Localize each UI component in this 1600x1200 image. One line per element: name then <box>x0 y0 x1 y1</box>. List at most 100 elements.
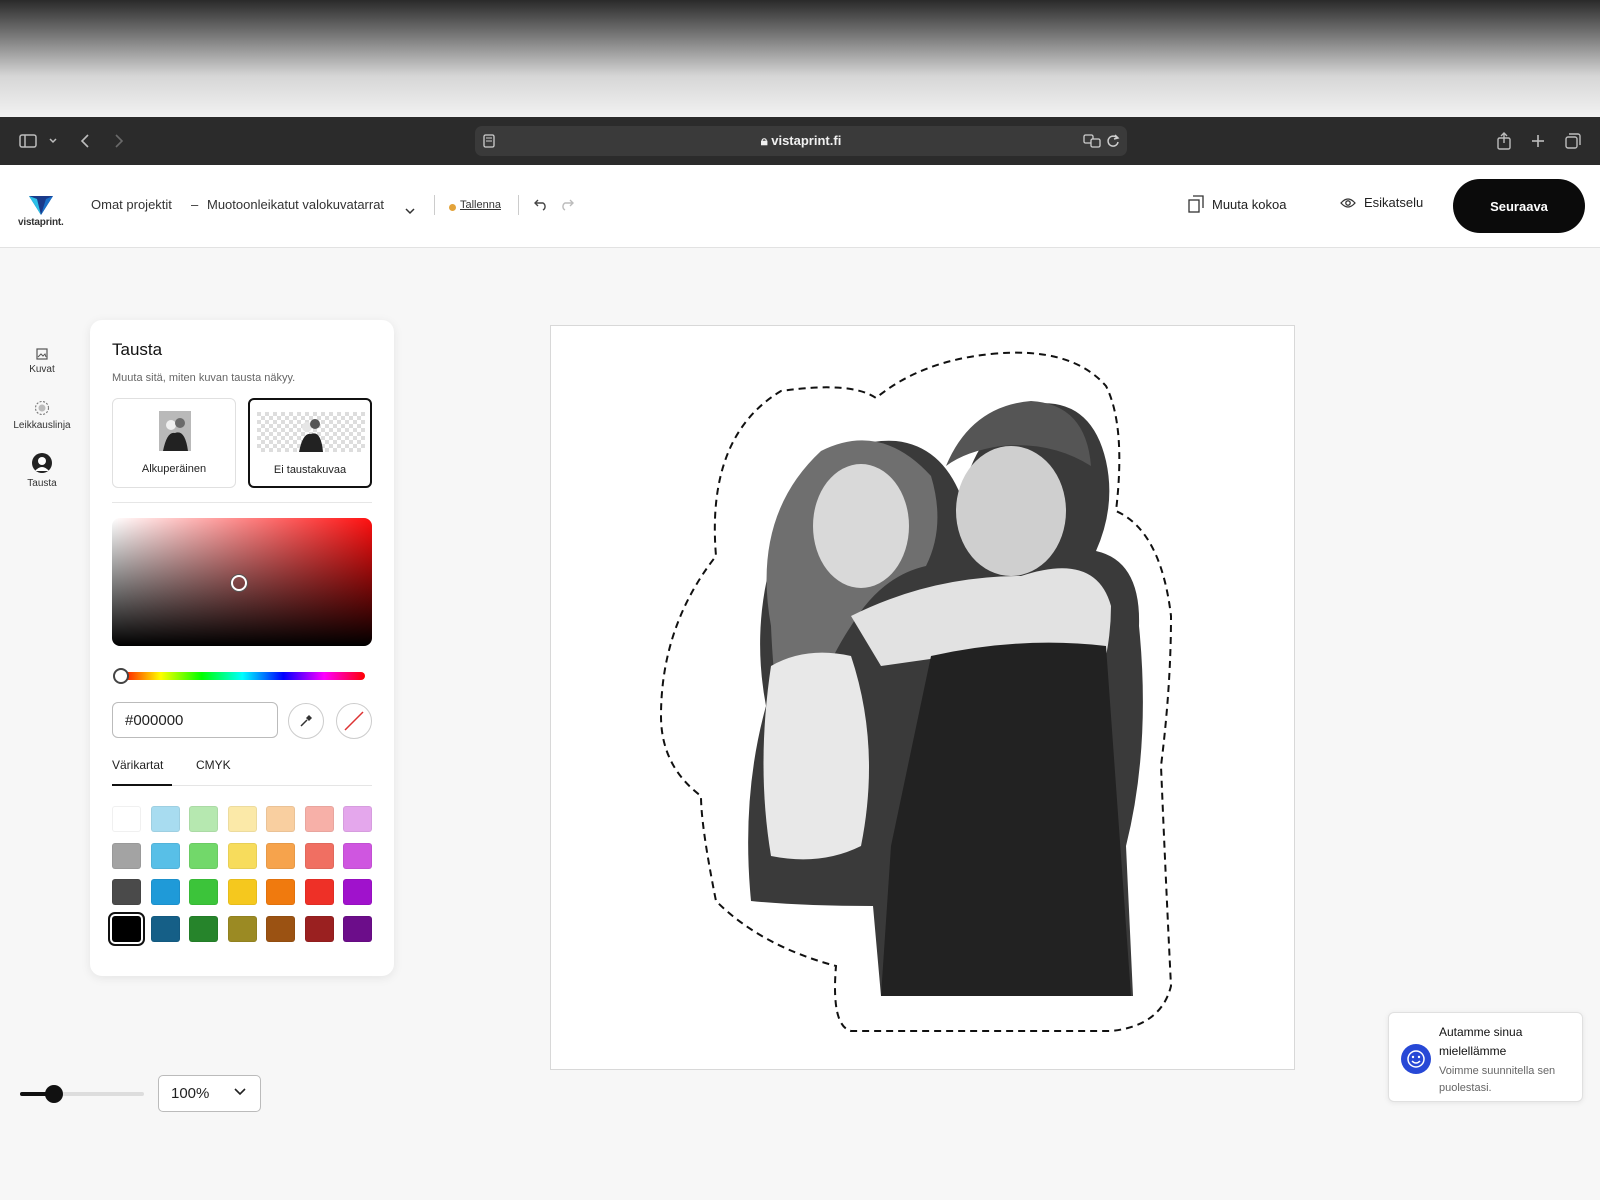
color-swatch[interactable] <box>189 879 218 905</box>
color-swatch[interactable] <box>343 879 372 905</box>
option-original-label: Alkuperäinen <box>141 463 207 475</box>
forward-icon[interactable] <box>110 117 128 165</box>
no-background-thumbnail-icon <box>257 412 365 452</box>
new-tab-icon[interactable] <box>1528 117 1548 165</box>
resize-icon <box>1188 195 1204 213</box>
zoom-slider-handle[interactable] <box>45 1085 63 1103</box>
zoom-select[interactable]: 100% <box>158 1075 261 1112</box>
background-icon <box>32 453 52 473</box>
color-picker-handle[interactable] <box>231 575 247 591</box>
color-swatch[interactable] <box>227 806 257 832</box>
color-swatch[interactable] <box>189 842 218 869</box>
color-swatch[interactable] <box>304 879 334 905</box>
color-swatch[interactable] <box>227 842 257 869</box>
option-original[interactable]: Alkuperäinen <box>112 398 236 488</box>
rail-item-label: Tausta <box>27 478 57 489</box>
design-canvas[interactable] <box>550 325 1295 1070</box>
couple-photo <box>748 401 1143 996</box>
color-swatch[interactable] <box>304 842 334 869</box>
color-swatch[interactable] <box>266 915 295 942</box>
breadcrumb-projects[interactable]: Omat projektit <box>91 197 172 212</box>
logo-text: vistaprint. <box>18 217 64 228</box>
project-name[interactable]: Muotoonleikatut valokuvatarrat <box>207 197 384 212</box>
project-chevron-down-icon[interactable] <box>405 202 415 220</box>
tab-cmyk[interactable]: CMYK <box>196 758 231 772</box>
header-divider <box>518 195 519 215</box>
saturation-value-picker[interactable] <box>112 518 372 646</box>
browser-toolbar: 🔒︎ vistaprint.fi <box>0 117 1600 165</box>
eyedropper-button[interactable] <box>288 703 324 739</box>
rail-item-label: Leikkauslinja <box>13 420 71 431</box>
save-link[interactable]: Tallenna <box>460 199 501 211</box>
color-swatch[interactable] <box>343 915 372 942</box>
smiley-icon <box>1401 1044 1431 1074</box>
next-button[interactable]: Seuraava <box>1453 179 1585 233</box>
color-swatch[interactable] <box>150 806 180 832</box>
app-header: vistaprint. Omat projektit – Muotoonleik… <box>0 165 1600 248</box>
color-swatch[interactable] <box>112 879 141 905</box>
sticker-photo-preview <box>659 351 1173 1032</box>
reload-icon[interactable] <box>1106 133 1120 154</box>
rail-item-images[interactable]: Kuvat <box>8 348 76 375</box>
option-no-background[interactable]: Ei taustakuvaa <box>248 398 372 488</box>
color-swatch[interactable] <box>189 915 218 942</box>
color-swatch[interactable] <box>108 911 145 946</box>
color-swatch[interactable] <box>227 879 257 905</box>
color-swatch[interactable] <box>150 842 180 869</box>
resize-label: Muuta kokoa <box>1212 196 1287 212</box>
color-swatch[interactable] <box>150 879 180 905</box>
tab-color-charts[interactable]: Värikartat <box>112 758 163 772</box>
eye-icon <box>1340 197 1356 208</box>
zoom-value: 100% <box>171 1085 210 1102</box>
help-card[interactable]: Autamme sinua mielellämme Voimme suunnit… <box>1388 1012 1583 1102</box>
breadcrumb-separator: – <box>191 197 199 212</box>
color-swatch[interactable] <box>304 806 334 832</box>
panel-divider <box>112 502 372 503</box>
address-bar[interactable]: 🔒︎ vistaprint.fi <box>475 126 1127 156</box>
option-no-background-label: Ei taustakuvaa <box>273 464 347 476</box>
color-swatch[interactable] <box>304 915 334 942</box>
rail-item-label: Kuvat <box>29 364 55 375</box>
resize-button[interactable]: Muuta kokoa <box>1188 195 1286 213</box>
back-icon[interactable] <box>76 117 94 165</box>
header-divider <box>434 195 435 215</box>
hue-slider[interactable] <box>120 672 365 680</box>
panel-subtitle: Muuta sitä, miten kuvan tausta näkyy. <box>112 372 296 384</box>
url-text: 🔒︎ vistaprint.fi <box>760 133 842 148</box>
color-swatch[interactable] <box>112 842 141 869</box>
color-swatch[interactable] <box>112 806 141 832</box>
chevron-down-icon[interactable] <box>46 117 60 165</box>
cutline-icon <box>34 400 50 416</box>
color-swatch[interactable] <box>343 806 372 832</box>
eyedropper-icon <box>300 715 312 727</box>
rail-item-background[interactable]: Tausta <box>8 452 76 489</box>
hex-color-input[interactable] <box>112 702 278 738</box>
color-swatch[interactable] <box>343 842 372 869</box>
translate-icon[interactable] <box>1083 133 1101 154</box>
help-subtitle: Voimme suunnitella sen puolestasi. <box>1439 1065 1556 1094</box>
undo-icon[interactable] <box>534 198 548 216</box>
color-swatch[interactable] <box>189 806 218 832</box>
help-title: Autamme sinua mielellämme <box>1439 1025 1523 1058</box>
hue-slider-handle[interactable] <box>113 668 129 684</box>
redo-icon[interactable] <box>560 198 574 216</box>
panel-title: Tausta <box>112 340 163 359</box>
original-photo-thumbnail-icon <box>159 411 191 451</box>
rail-item-cutline[interactable]: Leikkauslinja <box>8 400 76 431</box>
color-swatch[interactable] <box>266 806 295 832</box>
active-tab-indicator <box>112 784 172 786</box>
background-panel: Tausta Muuta sitä, miten kuvan tausta nä… <box>90 320 394 976</box>
color-swatch[interactable] <box>227 915 257 942</box>
color-swatch[interactable] <box>266 842 295 869</box>
no-color-button[interactable] <box>336 703 372 739</box>
color-swatch[interactable] <box>150 915 180 942</box>
image-icon <box>36 348 48 360</box>
tabs-overview-icon[interactable] <box>1562 117 1584 165</box>
color-swatch[interactable] <box>266 879 295 905</box>
share-icon[interactable] <box>1494 117 1514 165</box>
preview-label: Esikatselu <box>1364 195 1424 210</box>
chevron-down-icon <box>234 1088 246 1096</box>
preview-button[interactable]: Esikatselu <box>1340 195 1423 210</box>
sidebar-toggle-icon[interactable] <box>16 117 40 165</box>
lock-icon: 🔒︎ <box>760 133 768 148</box>
